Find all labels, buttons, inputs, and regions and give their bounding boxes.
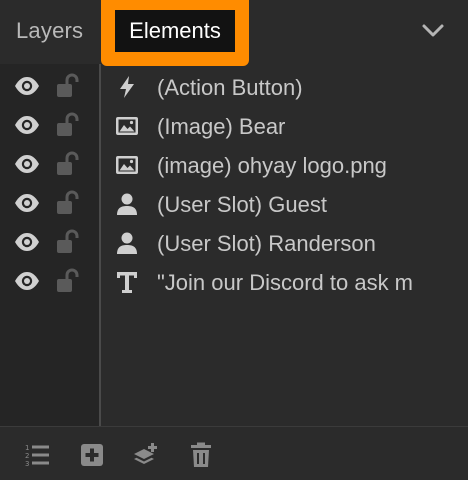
panel-header: Layers Elements	[0, 0, 468, 66]
svg-text:2: 2	[25, 452, 29, 460]
panel-footer: 1 2 3	[0, 427, 468, 480]
row-controls	[0, 223, 99, 262]
svg-text:1: 1	[25, 444, 29, 452]
eye-icon[interactable]	[14, 193, 40, 213]
add-icon[interactable]	[78, 441, 106, 469]
list-item-label: (User Slot) Randerson	[157, 231, 376, 256]
chevron-down-icon[interactable]	[420, 20, 446, 42]
eye-icon[interactable]	[14, 232, 40, 252]
eye-icon[interactable]	[14, 76, 40, 96]
lightning-icon	[120, 76, 134, 98]
unlock-icon[interactable]	[55, 73, 81, 99]
unlock-icon[interactable]	[55, 190, 81, 216]
unlock-icon[interactable]	[55, 268, 81, 294]
add-layer-icon[interactable]	[132, 441, 160, 469]
row-controls	[0, 67, 99, 106]
row-controls	[0, 145, 99, 184]
user-icon	[117, 193, 137, 215]
image-icon	[116, 156, 138, 174]
list-item-label: (Image) Bear	[157, 114, 286, 139]
tab-elements-highlight: Elements	[101, 0, 249, 66]
image-icon	[116, 117, 138, 135]
list-item[interactable]: (image) ohyay logo.png	[101, 145, 468, 184]
eye-icon[interactable]	[14, 154, 40, 174]
unlock-icon[interactable]	[55, 151, 81, 177]
row-controls	[0, 106, 99, 145]
list-item[interactable]: "Join our Discord to ask m	[101, 262, 468, 301]
list-item[interactable]: (User Slot) Guest	[101, 184, 468, 223]
list-item-label: (Action Button)	[157, 75, 303, 100]
list-item-label: (image) ohyay logo.png	[157, 153, 387, 178]
svg-text:3: 3	[25, 460, 29, 468]
list-item-label: (User Slot) Guest	[157, 192, 327, 217]
list-item[interactable]: (Image) Bear	[101, 106, 468, 145]
eye-icon[interactable]	[14, 115, 40, 135]
tab-elements[interactable]: Elements	[115, 10, 235, 52]
row-controls	[0, 184, 99, 223]
element-list: (Action Button) (Image) Bear (image) ohy…	[101, 64, 468, 426]
unlock-icon[interactable]	[55, 112, 81, 138]
trash-icon[interactable]	[187, 441, 215, 469]
user-icon	[117, 232, 137, 254]
list-item-label: "Join our Discord to ask m	[157, 270, 414, 295]
elements-panel: Layers Elements (Action Button) (Image) …	[0, 0, 468, 480]
list-item[interactable]: (User Slot) Randerson	[101, 223, 468, 262]
visibility-lock-column	[0, 64, 99, 426]
eye-icon[interactable]	[14, 271, 40, 291]
list-item[interactable]: (Action Button)	[101, 67, 468, 106]
unlock-icon[interactable]	[55, 229, 81, 255]
row-controls	[0, 262, 99, 301]
text-icon	[117, 272, 137, 293]
tab-layers[interactable]: Layers	[16, 18, 83, 44]
numbered-list-icon[interactable]: 1 2 3	[23, 441, 51, 469]
